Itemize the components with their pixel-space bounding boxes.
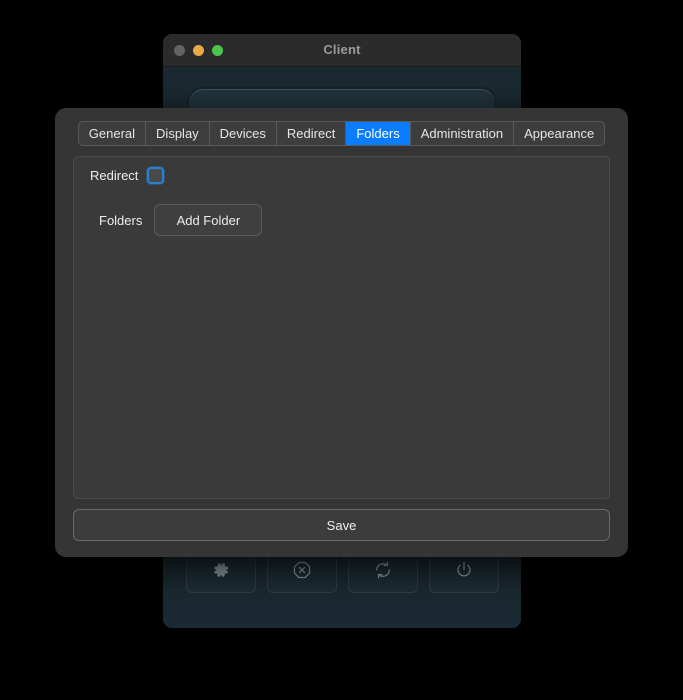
add-folder-button[interactable]: Add Folder: [154, 204, 263, 236]
folders-row: Folders Add Folder: [99, 204, 263, 236]
save-button[interactable]: Save: [73, 509, 610, 541]
gear-icon: [211, 560, 231, 580]
screen: Client General Display Devices Redirect …: [0, 0, 683, 700]
folders-settings-panel: Redirect Folders Add Folder: [73, 156, 610, 499]
settings-dialog: General Display Devices Redirect Folders…: [55, 108, 628, 557]
folders-label: Folders: [99, 212, 143, 228]
client-window-titlebar[interactable]: Client: [163, 34, 521, 67]
settings-tabbar: General Display Devices Redirect Folders…: [77, 121, 606, 146]
client-window-title: Client: [323, 42, 361, 57]
cancel-octagon-icon: [292, 560, 312, 580]
tab-appearance[interactable]: Appearance: [514, 122, 605, 145]
tab-folders[interactable]: Folders: [346, 122, 411, 145]
tab-general[interactable]: General: [78, 122, 147, 145]
tab-administration[interactable]: Administration: [410, 122, 515, 145]
tab-devices[interactable]: Devices: [209, 122, 277, 145]
redirect-row: Redirect: [90, 167, 165, 184]
settings-tabbar-wrap: General Display Devices Redirect Folders…: [55, 108, 628, 146]
redirect-checkbox[interactable]: [147, 167, 165, 184]
redirect-label: Redirect: [90, 168, 139, 183]
refresh-icon: [373, 560, 393, 580]
tab-display[interactable]: Display: [146, 122, 210, 145]
tab-redirect[interactable]: Redirect: [276, 122, 347, 145]
power-icon: [454, 560, 474, 580]
